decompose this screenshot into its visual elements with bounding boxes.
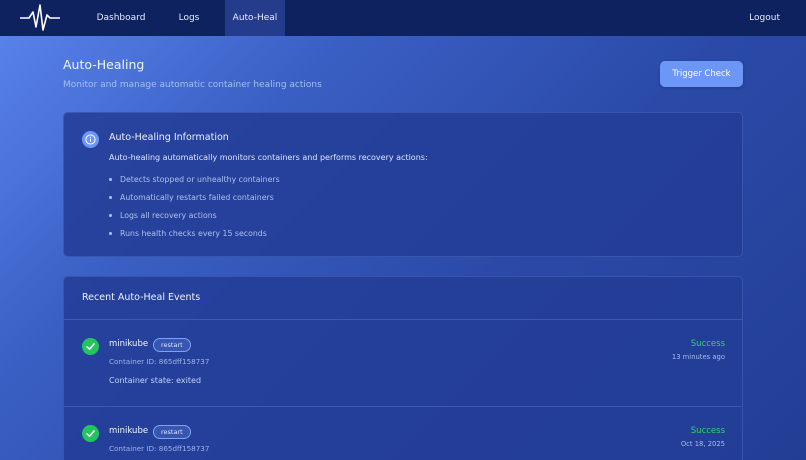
info-list-item: Detects stopped or unhealthy containers xyxy=(109,171,280,189)
logout-link[interactable]: Logout xyxy=(749,0,780,36)
event-time: 13 minutes ago xyxy=(671,353,725,361)
trigger-check-button[interactable]: Trigger Check xyxy=(660,61,743,87)
info-title: Auto-Healing Information xyxy=(109,132,229,143)
info-list-item: Logs all recovery actions xyxy=(109,207,280,225)
event-container-state: Container state: exited xyxy=(109,376,202,385)
info-icon xyxy=(82,131,99,148)
event-action-badge: restart xyxy=(153,425,191,439)
info-description: Auto-healing automatically monitors cont… xyxy=(109,153,428,162)
events-card: Recent Auto-Heal Events minikube restart… xyxy=(63,276,743,460)
success-check-icon xyxy=(82,425,99,442)
event-status: Success xyxy=(690,339,725,349)
events-title: Recent Auto-Heal Events xyxy=(82,292,201,303)
event-action-badge: restart xyxy=(153,338,191,352)
event-row[interactable]: minikube restart Container ID: 865dff158… xyxy=(64,407,742,460)
pulse-logo-icon[interactable] xyxy=(20,3,60,33)
event-status: Success xyxy=(690,426,725,436)
success-check-icon xyxy=(82,338,99,355)
event-row[interactable]: minikube restart Container ID: 865dff158… xyxy=(64,320,742,406)
page-title: Auto-Healing xyxy=(63,57,145,72)
event-container-id: Container ID: 865dff158737 xyxy=(109,357,210,366)
event-container-id: Container ID: 865dff158737 xyxy=(109,444,210,453)
nav-logs[interactable]: Logs xyxy=(168,0,210,36)
nav-auto-heal[interactable]: Auto-Heal xyxy=(225,0,285,36)
info-list-item: Runs health checks every 15 seconds xyxy=(109,225,280,243)
nav-dashboard[interactable]: Dashboard xyxy=(88,0,154,36)
event-time: Oct 18, 2025 xyxy=(680,440,725,448)
info-card: Auto-Healing Information Auto-healing au… xyxy=(63,112,743,257)
top-navbar: Dashboard Logs Auto-Heal Logout xyxy=(0,0,806,36)
info-list: Detects stopped or unhealthy containers … xyxy=(109,171,280,243)
event-container-name: minikube xyxy=(109,426,149,436)
info-list-item: Automatically restarts failed containers xyxy=(109,189,280,207)
page-subtitle: Monitor and manage automatic container h… xyxy=(63,80,322,90)
event-container-name: minikube xyxy=(109,339,149,349)
